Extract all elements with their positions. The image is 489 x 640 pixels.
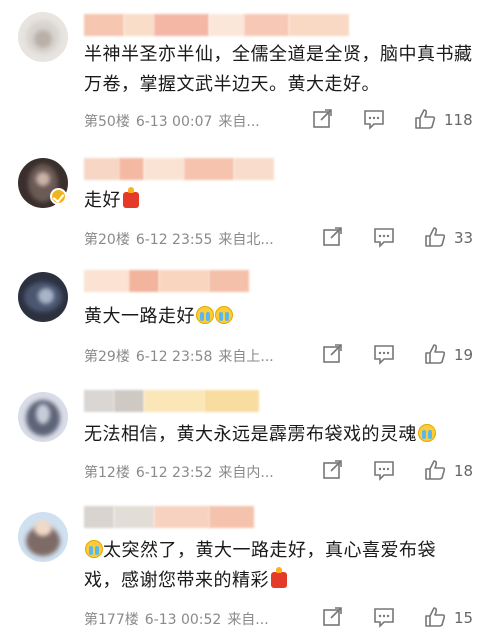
comment-icon[interactable]: [373, 606, 395, 628]
source-text: 来自...: [218, 114, 260, 130]
share-icon[interactable]: [312, 108, 334, 130]
comment-text-line: 太突然了，黄大一路走好，真心喜爱布袋: [103, 540, 436, 561]
username-mosaic[interactable]: [84, 14, 349, 36]
comment-text: 走好: [84, 186, 479, 216]
floor-number: 第12楼: [84, 465, 130, 481]
candle-emoji-icon: [271, 567, 287, 588]
comment-icon[interactable]: [363, 108, 385, 130]
comment-icon[interactable]: [373, 459, 395, 481]
crying-emoji-icon: [215, 306, 233, 324]
comment-text: 无法相信，黄大永远是霹雳布袋戏的灵魂: [84, 420, 479, 450]
like-count: 15: [454, 609, 474, 627]
floor-number: 第20楼: [84, 232, 130, 248]
timestamp: 6-13 00:07: [135, 114, 213, 130]
comment-meta: 第12楼 6-12 23:52 来自内... 18: [84, 459, 479, 483]
crying-emoji-icon: [85, 540, 103, 558]
avatar[interactable]: [18, 392, 68, 442]
timestamp: 6-12 23:58: [135, 349, 213, 365]
like-icon[interactable]: [414, 108, 436, 130]
share-icon[interactable]: [322, 343, 344, 365]
comment-text: 黄大一路走好: [84, 302, 479, 332]
avatar[interactable]: [18, 272, 68, 322]
like-icon[interactable]: [424, 343, 446, 365]
like-count: 33: [454, 229, 474, 247]
username-mosaic[interactable]: [84, 390, 259, 412]
username-mosaic[interactable]: [84, 270, 249, 292]
floor-number: 第177楼: [84, 612, 139, 628]
comment-list: 半神半圣亦半仙，全儒全道是全贤，脑中真书藏万卷，掌握文武半边天。黄大走好。 第5…: [0, 0, 489, 640]
source-text: 来自...: [227, 612, 269, 628]
comment-icon[interactable]: [373, 226, 395, 248]
like-icon[interactable]: [424, 459, 446, 481]
comment-text: 半神半圣亦半仙，全儒全道是全贤，脑中真书藏万卷，掌握文武半边天。黄大走好。: [84, 44, 473, 95]
vip-badge-icon: [50, 188, 67, 205]
like-count: 18: [454, 462, 474, 480]
timestamp: 6-12 23:55: [135, 232, 213, 248]
comment-text-content: 黄大一路走好: [84, 306, 195, 327]
comment-text-content: 走好: [84, 190, 121, 211]
timestamp: 6-12 23:52: [135, 465, 213, 481]
share-icon[interactable]: [322, 606, 344, 628]
comment-meta: 第50楼 6-13 00:07 来自... 118: [84, 108, 479, 132]
like-icon[interactable]: [424, 606, 446, 628]
comment-text: 太突然了，黄大一路走好，真心喜爱布袋戏，感谢您带来的精彩: [84, 536, 479, 596]
comment-meta: 第29楼 6-12 23:58 来自上... 19: [84, 343, 479, 367]
crying-emoji-icon: [418, 424, 436, 442]
candle-emoji-icon: [123, 187, 139, 208]
comment-meta: 第20楼 6-12 23:55 来自北... 33: [84, 226, 479, 250]
source-text: 来自上...: [218, 349, 274, 365]
floor-number: 第29楼: [84, 349, 130, 365]
comment-meta: 第177楼 6-13 00:52 来自... 15: [84, 606, 479, 630]
source-text: 来自内...: [218, 465, 274, 481]
timestamp: 6-13 00:52: [144, 612, 222, 628]
avatar[interactable]: [18, 12, 68, 62]
source-text: 来自北...: [218, 232, 274, 248]
like-count: 19: [454, 346, 474, 364]
share-icon[interactable]: [322, 459, 344, 481]
like-icon[interactable]: [424, 226, 446, 248]
comment-text-content: 无法相信，黄大永远是霹雳布袋戏的灵魂: [84, 424, 417, 445]
crying-emoji-icon: [196, 306, 214, 324]
share-icon[interactable]: [322, 226, 344, 248]
floor-number: 第50楼: [84, 114, 130, 130]
comment-text-line: 戏，感谢您带来的精彩: [84, 570, 269, 591]
username-mosaic[interactable]: [84, 506, 254, 528]
like-count: 118: [444, 111, 473, 129]
comment-icon[interactable]: [373, 343, 395, 365]
username-mosaic[interactable]: [84, 158, 274, 180]
avatar[interactable]: [18, 512, 68, 562]
